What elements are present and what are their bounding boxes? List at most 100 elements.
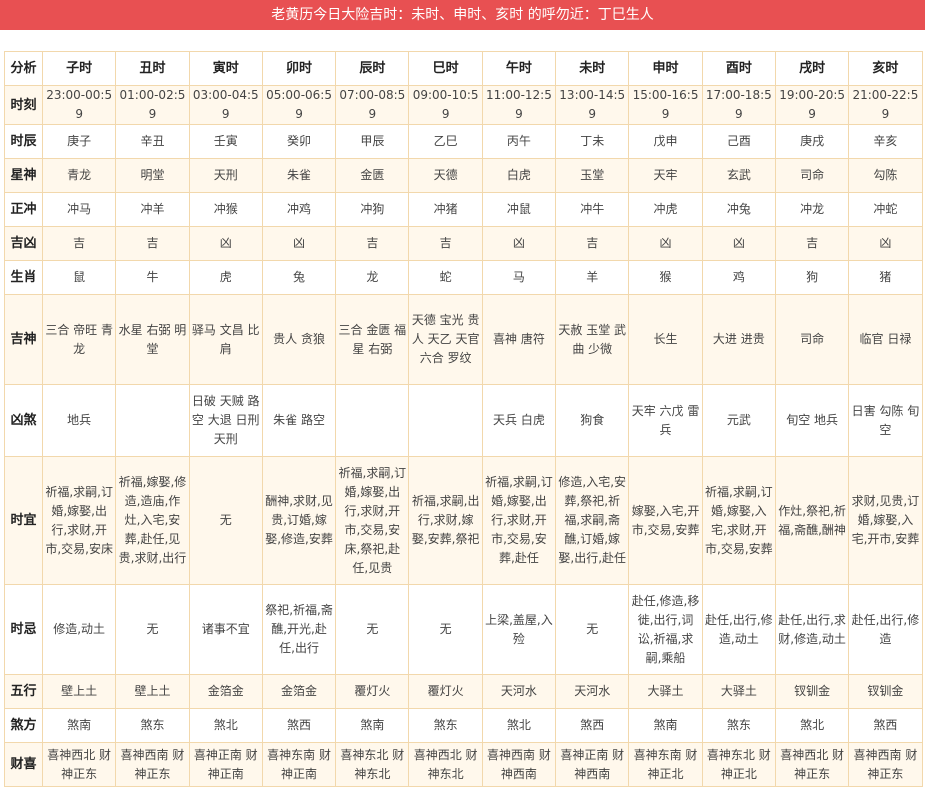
row-label: 星神 [4,158,43,193]
cell-text: 祈福,求嗣,出行,求财,嫁娶,安葬,祭祀 [411,494,480,546]
cell-text: 天河水 [574,684,611,698]
table-cell: 祈福,嫁娶,修造,造庙,作灶,入宅,安葬,赴任,见贵,求财,出行 [115,456,190,585]
cell-text: 无 [366,622,379,636]
table-cell: 明堂 [115,158,190,193]
cell-text: 诸事不宜 [201,622,250,636]
table-cell: 无 [335,584,410,675]
table-cell: 乙巳 [408,124,483,159]
column-header: 辰时 [335,51,410,86]
table-cell: 酬神,求财,见贵,订婚,嫁娶,修造,安葬 [261,456,337,585]
column-header: 卯时 [261,51,337,86]
table-cell: 喜神东南 财神正南 [261,742,337,787]
table-cell: 勾陈 [848,158,923,193]
cell-text: 勾陈 [873,168,898,182]
table-cell: 凶 [848,226,923,261]
cell-text: 冲马 [67,202,92,216]
cell-text: 祭祀,祈福,斋醮,开光,赴任,出行 [265,603,333,655]
row-label: 正冲 [4,192,43,227]
cell-text: 喜神东北 财神正北 [706,747,771,781]
table-cell: 煞东 [701,708,776,743]
cell-text: 庚戌 [800,134,825,148]
table-cell: 庚戌 [774,124,850,159]
table-cell: 天兵 白虎 [481,384,557,457]
table-row: 时刻 23:00-00:59 01:00-02:59 03:00-04:59 05:00… [4,85,923,125]
cell-text: 祈福,求嗣,订婚,嫁娶,出行,求财,开市,交易,安床 [45,484,113,556]
cell-text: 无 [439,622,452,636]
column-header: 子时 [41,51,117,86]
cell-text: 玄武 [726,168,751,182]
table-cell: 无 [188,456,263,585]
cell-text: 猴 [659,270,672,284]
cell-text: 三合 帝旺 青龙 [45,322,113,356]
cell-text: 喜神西北 财神正东 [47,747,112,781]
almanac-table: 分析 子时 丑时 寅时 卯时 辰时 巳时 午时 未时 申时 酉时 戌时 亥时 时刻 23:00-00:59 0… [4,51,923,787]
cell-text: 吉 [586,236,599,250]
cell-text: 求财,见贵,订婚,嫁娶,入宅,开市,安葬 [851,494,920,546]
table-cell: 凶 [188,226,263,261]
cell-text: 赴任,出行,修造 [851,612,920,646]
table-cell: 煞西 [261,708,337,743]
cell-text: 煞西 [287,718,312,732]
cell-text: 冲猴 [213,202,238,216]
table-cell: 喜神西北 财神东北 [408,742,483,787]
table-cell [115,384,190,457]
cell-text: 覆灯火 [427,684,464,698]
table-cell: 大进 进贵 [701,294,776,385]
cell-text: 冲龙 [800,202,825,216]
cell-text: 煞南 [67,718,92,732]
cell-text: 修造,入宅,安葬,祭祀,祈福,求嗣,斋醮,订婚,嫁娶,出行,赴任 [558,475,627,565]
almanac-table-body: 分析 子时 丑时 寅时 卯时 辰时 巳时 午时 未时 申时 酉时 戌时 亥时 时刻 23:00-00:59 0… [4,51,923,787]
cell-text: 天德 [433,168,458,182]
row-label: 吉神 [4,294,43,385]
cell-text: 甲辰 [360,134,385,148]
table-cell: 天河水 [481,674,557,709]
table-cell: 07:00-08:59 [335,85,410,125]
table-cell: 壬寅 [188,124,263,159]
cell-text: 大驿土 [720,684,757,698]
table-cell: 龙 [335,260,410,295]
table-row: 凶煞 地兵 日破 天贼 路空 大退 日刑 天刑 朱雀 路空 天兵 白虎 狗食 天牢 六戊 雷… [4,384,923,457]
table-cell: 狗食 [555,384,630,457]
table-cell: 喜神东北 财神正北 [701,742,776,787]
cell-text: 喜神正南 财神正南 [193,747,258,781]
cell-text: 驿马 文昌 比肩 [191,322,260,356]
cell-text: 白虎 [506,168,531,182]
table-cell: 冲虎 [628,192,703,227]
table-cell: 马 [481,260,557,295]
table-cell: 修造,入宅,安葬,祭祀,祈福,求嗣,斋醮,订婚,嫁娶,出行,赴任 [555,456,630,585]
table-cell: 冲狗 [335,192,410,227]
table-cell: 喜神正南 财神正南 [188,742,263,787]
table-cell: 庚子 [41,124,117,159]
cell-text: 朱雀 [287,168,312,182]
cell-text: 天牢 [653,168,678,182]
cell-text: 贵人 贪狼 [273,332,325,346]
table-cell: 喜神东北 财神东北 [335,742,410,787]
cell-text: 煞南 [360,718,385,732]
cell-text: 09:00-10:59 [412,88,479,121]
table-cell: 19:00-20:59 [774,85,850,125]
table-cell: 戊申 [628,124,703,159]
table-cell: 辛亥 [848,124,923,159]
cell-text: 乙巳 [433,134,458,148]
banner-text: 老黄历今日大险吉时：未时、申时、亥时 的呼勿近：丁巳生人 [271,7,654,23]
cell-text: 赴任,出行,求财,修造,动土 [778,612,846,646]
table-cell: 蛇 [408,260,483,295]
row-label: 煞方 [4,708,43,743]
column-header: 巳时 [408,51,483,86]
row-label: 凶煞 [4,384,43,457]
cell-text: 癸卯 [287,134,312,148]
cell-text: 吉 [439,236,452,250]
cell-text: 煞东 [140,718,165,732]
table-cell: 冲牛 [555,192,630,227]
table-cell: 吉 [41,226,117,261]
cell-text: 冲狗 [360,202,385,216]
cell-text: 午时 [505,61,532,76]
cell-text: 吉 [73,236,86,250]
table-cell: 喜神西南 财神西南 [481,742,557,787]
cell-text: 壁上土 [134,684,171,698]
table-cell: 诸事不宜 [188,584,263,675]
table-cell: 天河水 [555,674,630,709]
table-cell: 冲猴 [188,192,263,227]
cell-text: 金箔金 [207,684,244,698]
table-cell: 覆灯火 [335,674,410,709]
